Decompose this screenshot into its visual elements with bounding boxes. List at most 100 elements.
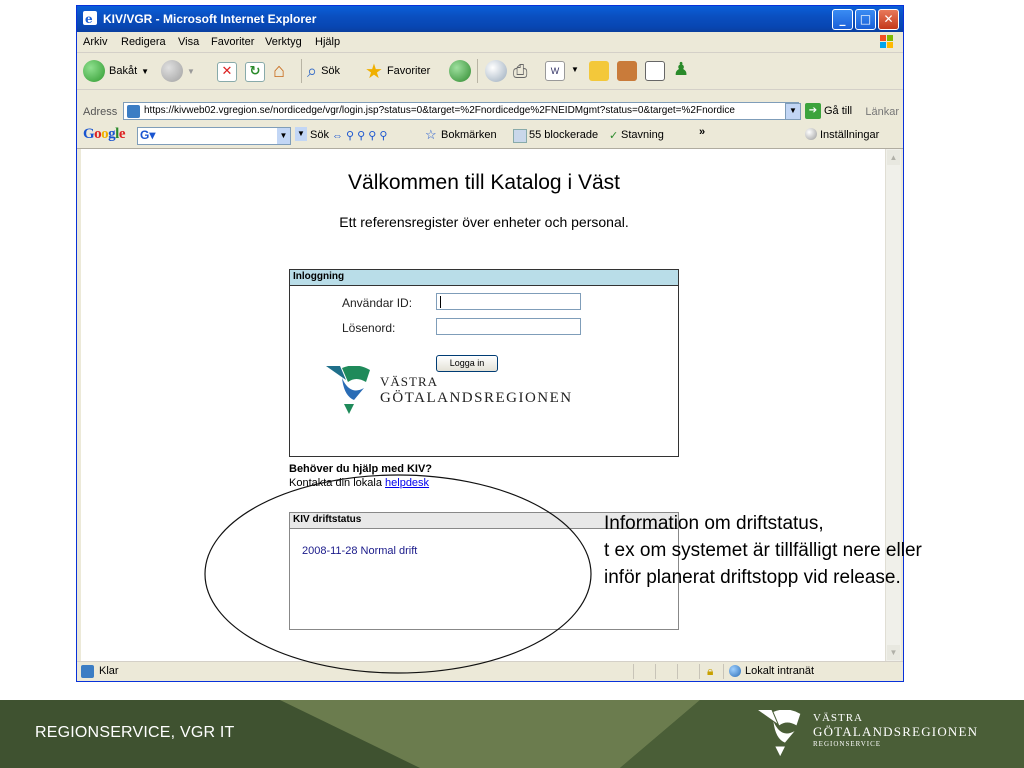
windows-logo-icon	[880, 35, 893, 48]
menu-bar: Arkiv Redigera Visa Favoriter Verktyg Hj…	[77, 32, 903, 53]
window-title: KIV/VGR - Microsoft Internet Explorer	[103, 12, 317, 26]
chevron-down-icon[interactable]: ▼	[571, 65, 579, 74]
menu-favoriter[interactable]: Favoriter	[211, 36, 254, 48]
vgr-logo-icon	[326, 366, 370, 414]
stop-icon[interactable]: ✕	[217, 62, 237, 82]
google-logo[interactable]: Google	[83, 126, 126, 143]
help-text-prefix: Kontakta din lokala	[289, 477, 386, 489]
popup-blocked-count[interactable]: 55 blockerade	[529, 129, 598, 141]
search-button[interactable]: ⌕ Sök	[307, 59, 340, 83]
slide-footer: REGIONSERVICE, VGR IT VÄSTRA GÖTALANDSRE…	[0, 700, 1024, 768]
chevron-down-icon: ▼	[141, 66, 150, 76]
title-bar[interactable]: e KIV/VGR - Microsoft Internet Explorer …	[77, 6, 903, 32]
google-search-button[interactable]: Sök	[310, 129, 329, 141]
go-arrow-icon: ➔	[805, 103, 821, 119]
close-button[interactable]: ✕	[878, 9, 899, 30]
folder-icon[interactable]	[589, 61, 609, 81]
password-label: Lösenord:	[342, 321, 396, 335]
forward-arrow-icon	[161, 60, 183, 82]
user-id-label: Användar ID:	[342, 296, 413, 310]
search-options-icons[interactable]: ⇔ ⚲ ⚲ ⚲ ⚲	[332, 129, 387, 142]
footer-vgr-logo-icon	[758, 710, 801, 757]
status-bar: Klar 🔒︎ Lokalt intranät	[77, 661, 903, 681]
go-button[interactable]: ➔ Gå till	[805, 102, 857, 120]
maximize-button[interactable]: □	[855, 9, 876, 30]
menu-hjalp[interactable]: Hjälp	[315, 36, 340, 48]
svg-text:e: e	[85, 12, 93, 25]
history-icon[interactable]	[449, 60, 471, 82]
minimize-button[interactable]: _	[832, 9, 853, 30]
google-g-icon: G▾	[140, 128, 156, 142]
page-status-icon	[81, 665, 94, 678]
search-dropdown-icon[interactable]: ▼	[295, 127, 307, 141]
menu-arkiv[interactable]: Arkiv	[83, 36, 107, 48]
search-icon: ⌕	[307, 60, 318, 81]
spellcheck-icon: ✓	[609, 130, 619, 142]
help-heading: Behöver du hjälp med KIV?	[289, 463, 433, 475]
standard-toolbar: Bakåt ▼ ▼ ✕ ↻ ⌂ ⌕ Sök ★ Favoriter ⎙ W ▼ …	[77, 53, 903, 90]
print-icon[interactable]: ⎙	[513, 61, 527, 82]
address-dropdown-button[interactable]: ▼	[785, 103, 801, 120]
menu-verktyg[interactable]: Verktyg	[265, 36, 302, 48]
status-entry: 2008-11-28 Normal drift	[302, 545, 418, 557]
back-button[interactable]: Bakåt ▼	[83, 59, 149, 83]
login-panel: Inloggning Användar ID: Lösenord: Logga …	[289, 269, 679, 457]
favorites-star-icon: ★	[365, 60, 383, 83]
messenger-icon[interactable]: ♟	[673, 59, 689, 80]
bookmark-star-icon[interactable]: ☆	[425, 127, 437, 143]
settings-menu[interactable]: Inställningar	[820, 129, 879, 141]
page-title: Välkommen till Katalog i Väst	[348, 171, 620, 194]
address-url: https://kivweb02.vgregion.se/nordicedge/…	[144, 105, 735, 116]
google-search-input[interactable]: G▾ ▼	[137, 127, 291, 145]
login-button[interactable]: Logga in	[436, 355, 498, 372]
favorites-button[interactable]: ★ Favoriter	[365, 59, 430, 83]
annotation-line2: t ex om systemet är tillfälligt nere ell…	[604, 540, 922, 561]
helpdesk-link[interactable]: helpdesk	[385, 477, 429, 489]
user-id-field[interactable]	[436, 293, 581, 310]
refresh-icon[interactable]: ↻	[245, 62, 265, 82]
search-label: Sök	[321, 65, 341, 77]
vgr-logo-line1: VÄSTRA	[380, 374, 439, 389]
links-button[interactable]: Länkar	[865, 106, 899, 118]
address-label: Adress	[83, 106, 118, 118]
window-icon[interactable]	[645, 61, 665, 81]
status-text: Klar	[99, 665, 119, 677]
footer-logo-line3: REGIONSERVICE	[813, 740, 882, 748]
annotation-line1: Information om driftstatus,	[604, 513, 824, 534]
annotation-line3: inför planerat driftstopp vid release.	[604, 567, 901, 588]
back-label: Bakåt	[109, 65, 138, 77]
chevron-down-icon: ▼	[187, 66, 195, 76]
login-panel-header: Inloggning	[290, 270, 678, 286]
zone-text: Lokalt intranät	[745, 665, 815, 677]
menu-redigera[interactable]: Redigera	[121, 36, 166, 48]
address-input[interactable]: https://kivweb02.vgregion.se/nordicedge/…	[123, 102, 799, 120]
popup-blocker-icon	[513, 129, 527, 143]
page-icon	[127, 105, 140, 118]
research-icon[interactable]	[617, 61, 637, 81]
scroll-down-icon[interactable]: ▼	[887, 645, 900, 660]
bookmarks-menu[interactable]: Bokmärken	[441, 129, 497, 141]
home-icon[interactable]: ⌂	[273, 60, 285, 83]
help-text: Kontakta din lokala helpdesk	[289, 477, 429, 489]
chevron-down-icon[interactable]: ▼	[277, 128, 290, 144]
favorites-label: Favoriter	[386, 65, 431, 77]
footer-logo-line1: VÄSTRA	[813, 712, 864, 724]
edit-word-icon[interactable]: W	[545, 61, 565, 81]
password-field[interactable]	[436, 318, 581, 335]
spellcheck-button[interactable]: Stavning	[621, 129, 664, 141]
more-chevron[interactable]: »	[699, 126, 705, 138]
vgr-logo-line2: GÖTALANDSREGIONEN	[380, 390, 573, 406]
intranet-zone-icon	[729, 665, 741, 677]
scroll-up-icon[interactable]: ▲	[887, 150, 900, 165]
back-arrow-icon	[83, 60, 105, 82]
settings-icon	[805, 128, 817, 140]
menu-visa[interactable]: Visa	[178, 36, 199, 48]
google-toolbar: Google G▾ ▼ ▼ Sök ⇔ ⚲ ⚲ ⚲ ⚲ ☆ Bokmärken …	[77, 124, 903, 149]
page-subtitle: Ett referensregister över enheter och pe…	[339, 214, 629, 230]
forward-button[interactable]: ▼	[161, 59, 195, 83]
footer-logo-text: VÄSTRA GÖTALANDSREGIONEN REGIONSERVICE	[813, 712, 978, 748]
footer-logo-line2: GÖTALANDSREGIONEN	[813, 724, 979, 739]
lock-icon: 🔒︎	[707, 664, 714, 678]
ie-icon: e	[83, 11, 97, 25]
mail-icon[interactable]	[485, 60, 507, 82]
